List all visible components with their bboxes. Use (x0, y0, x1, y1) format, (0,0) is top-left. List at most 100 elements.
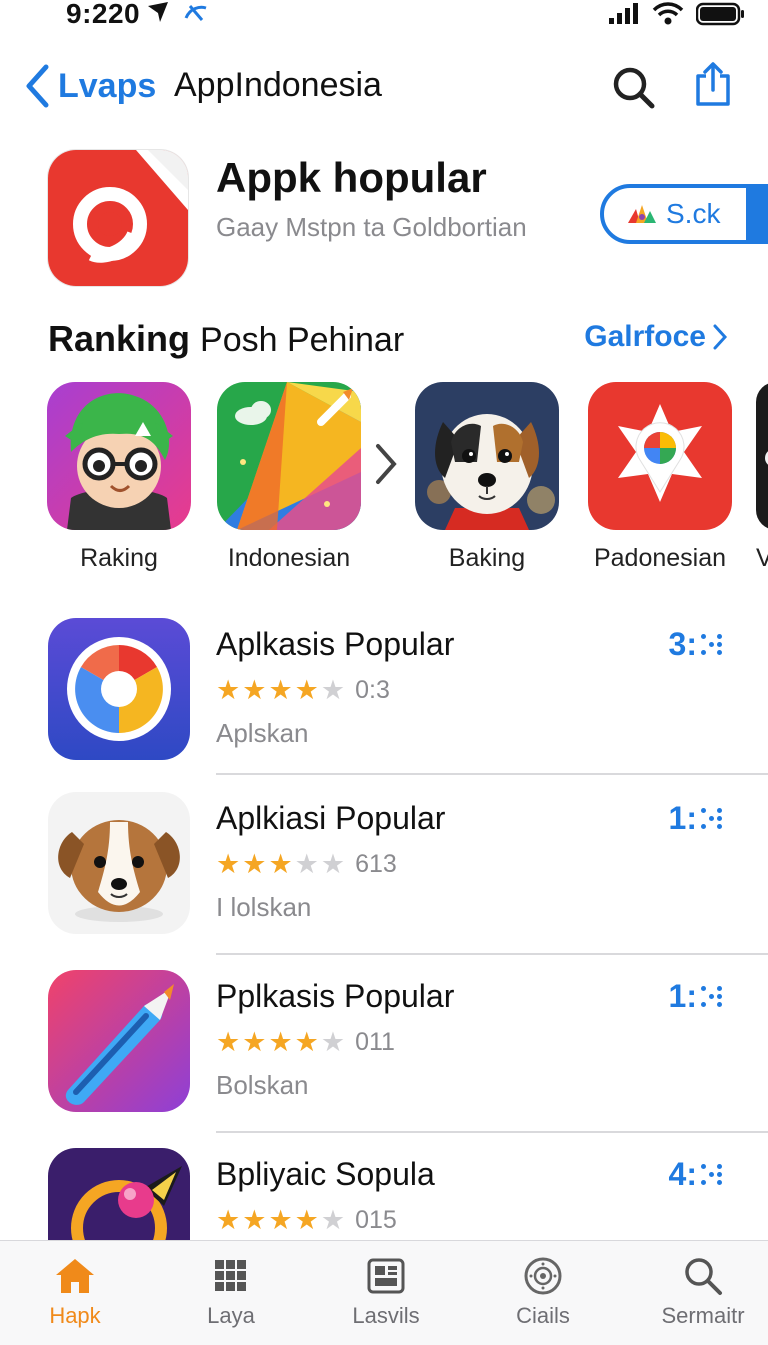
list-item[interactable]: Aplkiasi Popular ★ ★ ★ ★ ★ 613 I lolskan… (0, 792, 768, 970)
ranking-item[interactable]: Baking (412, 382, 562, 573)
app-title: Pplkasis Popular (216, 978, 455, 1014)
chrome-like-icon (48, 618, 190, 760)
rating-count: 0:3 (355, 676, 390, 704)
ranking-item-label: Padonesian (593, 544, 727, 572)
cellular-signal-icon (609, 3, 638, 24)
search-icon (613, 67, 655, 109)
puppy-photo-icon (415, 382, 559, 530)
chevron-left-icon (26, 64, 49, 108)
app-rank-value: 4: (668, 1156, 697, 1192)
app-rank: 1: (669, 978, 722, 1015)
star-icon: ★ (216, 849, 241, 879)
ranking-title-secondary: Posh Pehinar (200, 321, 405, 359)
app-title: Bpliyaic Sopula (216, 1156, 435, 1192)
star-rating: ★ ★ ★ ★ ★ 015 (216, 1206, 397, 1235)
share-icon (696, 62, 730, 106)
tab-label: Sermaitr (661, 1303, 745, 1328)
featured-subtitle: Gaay Mstpn ta Goldbortian (216, 212, 527, 242)
layout-icon (367, 1258, 405, 1294)
app-rank: 4: (669, 1156, 722, 1193)
star-rating: ★ ★ ★ ★ ★ 613 (216, 850, 397, 879)
list-item[interactable]: Pplkasis Popular ★ ★ ★ ★ ★ 011 Bolskan 1… (0, 970, 768, 1148)
back-button[interactable]: Lvaps (24, 64, 156, 108)
search-button[interactable] (610, 64, 658, 117)
list-item[interactable]: Aplkasis Popular ★ ★ ★ ★ ★ 0:3 Aplskan 3… (0, 618, 768, 796)
featured-button-label: S.ck (666, 198, 721, 229)
app-title: Aplkiasi Popular (216, 800, 446, 836)
page-title: AppIndonesia (174, 66, 382, 104)
chevron-right-icon (376, 444, 397, 484)
star-icon: ★ (294, 675, 319, 705)
tab-target[interactable]: Ciails (478, 1257, 608, 1329)
ranking-item-label: V (756, 544, 768, 572)
rating-count: 613 (355, 850, 397, 878)
featured-get-button[interactable]: S.ck (600, 184, 768, 244)
battery-icon (696, 2, 744, 26)
ranking-item[interactable]: Raking (44, 382, 194, 573)
search-icon (685, 1258, 722, 1295)
rating-count: 011 (355, 1028, 395, 1056)
ranking-item[interactable]: V (756, 382, 768, 573)
divider (216, 1131, 768, 1133)
star-icon: ★ (320, 849, 346, 879)
status-left-icons (146, 0, 216, 31)
navigation-bar: Lvaps AppIndonesia (0, 56, 768, 120)
wifi-icon (652, 2, 684, 25)
tab-label: Laya (207, 1303, 255, 1328)
puppy-head-icon (48, 792, 190, 934)
back-label: Lvaps (58, 66, 157, 105)
star-icon: ★ (320, 1205, 346, 1235)
tab-label: Ciails (516, 1303, 570, 1328)
app-rank: 1: (669, 800, 722, 837)
rank-dots-icon (701, 986, 722, 1007)
colorful-logo-icon (628, 205, 656, 223)
ranking-header: Ranking Posh Pehinar Galrfoce (48, 318, 738, 362)
ranking-item-label: Baking (448, 544, 526, 572)
star-icon: ★ (268, 675, 293, 705)
featured-app-icon[interactable] (48, 150, 188, 286)
star-icon: ★ (242, 849, 267, 879)
tab-grid[interactable]: Laya (166, 1257, 296, 1329)
ranking-item-label: Indonesian (227, 544, 351, 572)
share-button[interactable] (692, 62, 734, 113)
tab-label: Lasvils (352, 1303, 420, 1328)
location-arrow-icon (148, 2, 207, 22)
see-all-label: Galrfoce (584, 320, 706, 353)
status-time: 9:220 (66, 0, 141, 29)
star-icon: ★ (242, 675, 267, 705)
rank-dots-icon (701, 808, 722, 829)
app-category: Aplskan (216, 718, 309, 748)
ranking-item[interactable]: Padonesian (585, 382, 735, 573)
target-icon (524, 1257, 562, 1295)
carousel-next-button[interactable] (372, 440, 400, 493)
status-bar: 9:220 (0, 0, 768, 44)
grid-icon (215, 1260, 246, 1291)
star-icon: ★ (216, 1027, 241, 1057)
star-rating: ★ ★ ★ ★ ★ 0:3 (216, 676, 390, 705)
paper-plane-gradient-icon (217, 382, 361, 530)
tab-label: Hapk (49, 1303, 101, 1328)
tab-layout[interactable]: Lasvils (321, 1257, 451, 1329)
app-category: Bolskan (216, 1070, 309, 1100)
star-icon: ★ (294, 1205, 319, 1235)
rank-dots-icon (701, 634, 722, 655)
status-right (608, 2, 746, 26)
star-icon: ★ (216, 1205, 241, 1235)
star-icon: ★ (268, 1027, 293, 1057)
tab-search[interactable]: Sermaitr (638, 1257, 768, 1329)
app-rank-value: 3: (668, 626, 697, 662)
partial-app-icon (756, 382, 768, 530)
chevron-right-icon (713, 324, 728, 350)
star-icon: ★ (320, 675, 346, 705)
ranking-item[interactable]: Indonesian (214, 382, 364, 573)
see-all-link[interactable]: Galrfoce (584, 320, 728, 354)
star-rating: ★ ★ ★ ★ ★ 011 (216, 1028, 395, 1057)
app-rank-value: 1: (668, 800, 697, 836)
app-rank: 3: (669, 626, 722, 663)
star-icon: ★ (320, 1027, 346, 1057)
app-rank-value: 1: (668, 978, 697, 1014)
tab-home[interactable]: Hapk (10, 1257, 140, 1329)
star-icon: ★ (294, 1027, 319, 1057)
star-icon: ★ (294, 849, 319, 879)
ranking-item-label: Raking (80, 544, 158, 572)
